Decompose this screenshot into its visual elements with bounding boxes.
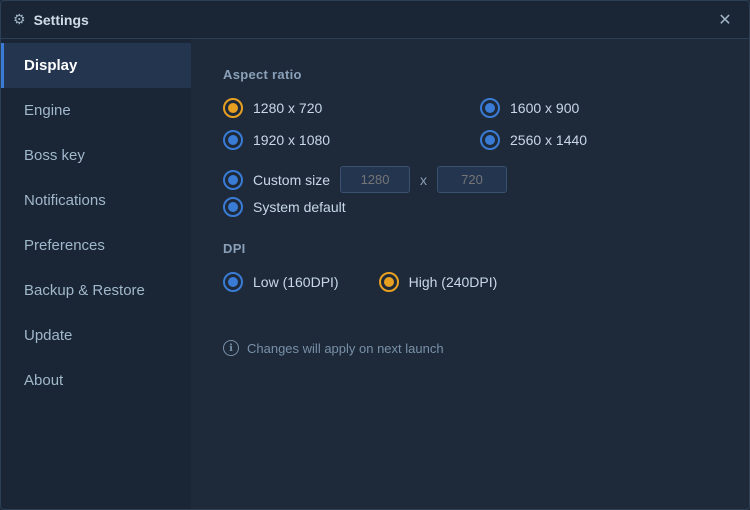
dpi-row: Low (160DPI) High (240DPI) — [223, 272, 717, 292]
resolution-1280x720[interactable]: 1280 x 720 — [223, 98, 460, 118]
radio-1920x1080[interactable] — [223, 130, 243, 150]
settings-icon: ⚙ — [13, 11, 26, 28]
sidebar-item-engine[interactable]: Engine — [1, 88, 191, 133]
sidebar-item-notifications[interactable]: Notifications — [1, 178, 191, 223]
radio-dpi-high[interactable] — [379, 272, 399, 292]
radio-2560x1440[interactable] — [480, 130, 500, 150]
window-body: Display Engine Boss key Notifications Pr… — [1, 39, 749, 509]
sidebar: Display Engine Boss key Notifications Pr… — [1, 39, 191, 509]
resolution-1920x1080[interactable]: 1920 x 1080 — [223, 130, 460, 150]
label-1600x900: 1600 x 900 — [510, 100, 579, 116]
radio-dpi-low[interactable] — [223, 272, 243, 292]
sidebar-item-backup[interactable]: Backup & Restore — [1, 268, 191, 313]
system-default-label: System default — [253, 199, 346, 215]
footer-note-text: Changes will apply on next launch — [247, 341, 444, 356]
resolution-group: 1280 x 720 1600 x 900 1920 x 1080 2560 x… — [223, 98, 717, 150]
dpi-title: DPI — [223, 241, 717, 256]
resolution-2560x1440[interactable]: 2560 x 1440 — [480, 130, 717, 150]
sidebar-item-display[interactable]: Display — [1, 43, 191, 88]
radio-1280x720[interactable] — [223, 98, 243, 118]
custom-width-input[interactable] — [340, 166, 410, 193]
resolution-1600x900[interactable]: 1600 x 900 — [480, 98, 717, 118]
sidebar-item-about[interactable]: About — [1, 358, 191, 403]
sidebar-item-preferences[interactable]: Preferences — [1, 223, 191, 268]
close-button[interactable]: ✕ — [713, 8, 737, 32]
label-1920x1080: 1920 x 1080 — [253, 132, 330, 148]
custom-height-input[interactable] — [437, 166, 507, 193]
settings-window: ⚙ Settings ✕ Display Engine Boss key Not… — [0, 0, 750, 510]
system-default-row: System default — [223, 197, 717, 217]
custom-size-label: Custom size — [253, 172, 330, 188]
dpi-low[interactable]: Low (160DPI) — [223, 272, 339, 292]
label-2560x1440: 2560 x 1440 — [510, 132, 587, 148]
dpi-section: DPI Low (160DPI) High (240DPI) — [223, 241, 717, 292]
info-icon: ℹ — [223, 340, 239, 356]
main-content: Aspect ratio 1280 x 720 1600 x 900 1920 … — [191, 39, 749, 509]
x-separator: x — [420, 172, 427, 188]
radio-1600x900[interactable] — [480, 98, 500, 118]
label-1280x720: 1280 x 720 — [253, 100, 322, 116]
dpi-high[interactable]: High (240DPI) — [379, 272, 498, 292]
label-dpi-high: High (240DPI) — [409, 274, 498, 290]
aspect-ratio-title: Aspect ratio — [223, 67, 717, 82]
sidebar-item-update[interactable]: Update — [1, 313, 191, 358]
window-title: Settings — [34, 12, 713, 28]
label-dpi-low: Low (160DPI) — [253, 274, 339, 290]
radio-system-default[interactable] — [223, 197, 243, 217]
titlebar: ⚙ Settings ✕ — [1, 1, 749, 39]
custom-size-row: Custom size x — [223, 166, 717, 193]
footer-note: ℹ Changes will apply on next launch — [223, 340, 717, 356]
radio-custom[interactable] — [223, 170, 243, 190]
sidebar-item-bosskey[interactable]: Boss key — [1, 133, 191, 178]
